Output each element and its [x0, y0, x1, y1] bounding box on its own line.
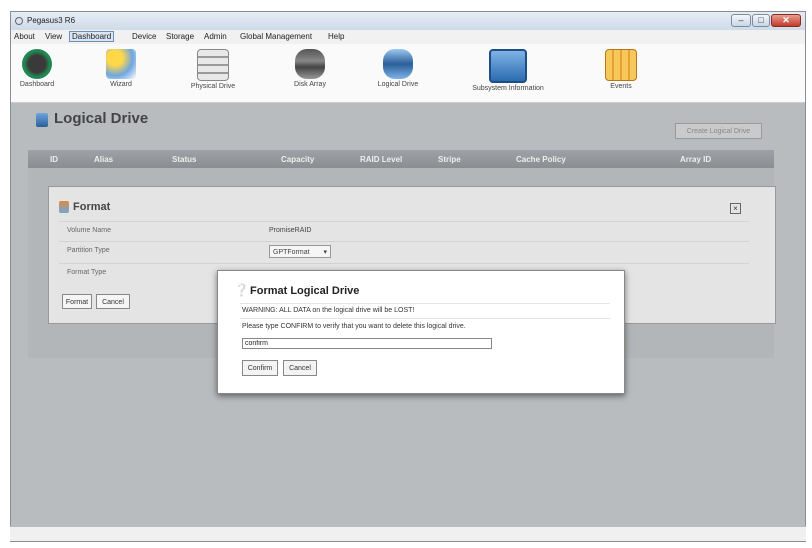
format-type-label: Format Type [67, 269, 107, 276]
divider [240, 318, 610, 319]
partition-type-label: Partition Type [67, 247, 110, 254]
toolbar-label: Logical Drive [377, 81, 419, 88]
subsystem-info-icon [489, 49, 527, 83]
maximize-button[interactable]: □ [752, 14, 770, 27]
main-toolbar: Dashboard Wizard Physical Drive Disk Arr… [11, 44, 805, 103]
warning-text: WARNING: ALL DATA on the logical drive w… [242, 307, 415, 314]
dialog-cancel-button[interactable]: Cancel [283, 360, 317, 376]
toolbar-label: Wizard [110, 81, 132, 88]
format-button[interactable]: Format [62, 294, 92, 309]
column-header[interactable]: RAID Level [360, 155, 402, 164]
toolbar-label: Physical Drive [190, 83, 236, 90]
create-logical-drive-button[interactable]: Create Logical Drive [675, 123, 762, 139]
menu-view[interactable]: View [45, 32, 62, 41]
toolbar-events[interactable]: Events [601, 44, 641, 90]
close-icon[interactable]: × [730, 203, 741, 214]
menu-dashboard[interactable]: Dashboard [69, 31, 115, 42]
confirm-input[interactable] [242, 338, 492, 349]
dialog-title: Format Logical Drive [250, 285, 360, 297]
toolbar-subsystem-information[interactable]: Subsystem Information [458, 44, 558, 92]
toolbar-wizard[interactable]: Wizard [95, 44, 147, 88]
volume-name-row: Volume Name PromiseRAID [59, 221, 749, 242]
page-title: Logical Drive [54, 110, 149, 127]
toolbar-logical-drive[interactable]: Logical Drive [366, 44, 430, 88]
menu-bar: About View Dashboard Device Storage Admi… [11, 30, 805, 44]
column-header[interactable]: Array ID [680, 155, 711, 164]
column-header[interactable]: Status [172, 155, 196, 164]
volume-name-value: PromiseRAID [269, 227, 312, 234]
column-header[interactable]: Cache Policy [516, 155, 566, 164]
dashboard-gauge-icon [22, 49, 52, 79]
menu-storage[interactable]: Storage [166, 32, 194, 41]
disk-array-icon [295, 49, 325, 79]
table-header: ID Alias Status Capacity RAID Level Stri… [28, 150, 774, 168]
minimize-button[interactable]: – [731, 14, 751, 27]
toolbar-physical-drive[interactable]: Physical Drive [181, 44, 245, 90]
format-confirm-dialog: ❔ Format Logical Drive WARNING: ALL DATA… [217, 270, 625, 394]
events-icon [605, 49, 637, 81]
partition-type-value: GPTFormat [273, 249, 310, 256]
menu-global-management[interactable]: Global Management [240, 32, 312, 41]
prompt-text: Please type CONFIRM to verify that you w… [242, 323, 466, 330]
chevron-down-icon: ▾ [323, 249, 327, 256]
cancel-button[interactable]: Cancel [96, 294, 130, 309]
toolbar-label: Events [610, 83, 632, 90]
column-header[interactable]: Capacity [281, 155, 314, 164]
menu-device[interactable]: Device [132, 32, 156, 41]
format-title: Format [73, 201, 111, 213]
wizard-icon [106, 49, 136, 79]
format-icon [59, 201, 69, 213]
info-icon: ❔ [234, 283, 249, 297]
status-bar [10, 526, 806, 541]
toolbar-disk-array[interactable]: Disk Array [282, 44, 338, 88]
app-icon [15, 17, 23, 25]
menu-help[interactable]: Help [328, 32, 344, 41]
menu-admin[interactable]: Admin [204, 32, 227, 41]
volume-name-label: Volume Name [67, 227, 111, 234]
menu-about[interactable]: About [14, 32, 35, 41]
window-title: Pegasus3 R6 [27, 16, 76, 25]
physical-drive-icon [197, 49, 229, 81]
column-header[interactable]: Stripe [438, 155, 461, 164]
logical-drive-icon [383, 49, 413, 79]
partition-type-row: Partition Type GPTFormat ▾ [59, 241, 749, 262]
close-window-button[interactable]: ✕ [771, 14, 801, 27]
toolbar-label: Dashboard [19, 81, 55, 88]
confirm-button[interactable]: Confirm [242, 360, 278, 376]
logical-drive-icon [36, 113, 48, 127]
title-bar: Pegasus3 R6 – □ ✕ [11, 12, 805, 30]
partition-type-select[interactable]: GPTFormat ▾ [269, 245, 331, 258]
column-header[interactable]: Alias [94, 155, 113, 164]
toolbar-label: Disk Array [294, 81, 326, 88]
divider [240, 303, 610, 304]
toolbar-dashboard[interactable]: Dashboard [11, 44, 63, 88]
toolbar-label: Subsystem Information [472, 85, 544, 92]
column-header[interactable]: ID [50, 155, 58, 164]
